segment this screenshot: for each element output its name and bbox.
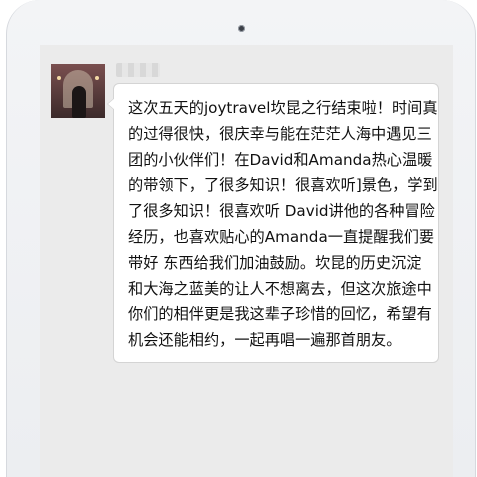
chat-screen: 这次五天的joytravel坎昆之行结束啦！时间真 的过得很快，很庆幸与能在茫茫…: [40, 45, 453, 477]
message-line: 了很多知识！很喜欢听 David讲他的各种冒险: [128, 202, 435, 221]
sender-name-blurred: [116, 63, 160, 77]
message-line: 经历，也喜欢贴心的Amanda一直提醒我们要: [128, 227, 435, 246]
message-line: 机会还能相约，一起再唱一遍那首朋友。: [128, 331, 402, 350]
message-line: 这次五天的joytravel坎昆之行结束啦！时间真: [128, 99, 438, 117]
message-text: 这次五天的joytravel坎昆之行结束啦！时间真 的过得很快，很庆幸与能在茫茫…: [128, 96, 438, 354]
message-line: 的带领下，了很多知识！很喜欢听]景色，学到: [128, 176, 438, 195]
avatar-person: [72, 86, 86, 118]
message-line: 你们的相伴更是我这辈子珍惜的回忆，希望有: [128, 305, 432, 324]
message-line: 和大海之蓝美的让人不想离去，但这次旅途中: [128, 279, 432, 298]
avatar-light-left: [57, 76, 61, 80]
front-camera: [238, 25, 245, 32]
message-line: 的过得很快，很庆幸与能在茫茫人海中遇见三: [128, 124, 432, 143]
sender-avatar[interactable]: [51, 64, 105, 118]
tablet-frame: 这次五天的joytravel坎昆之行结束啦！时间真 的过得很快，很庆幸与能在茫茫…: [6, 0, 476, 477]
avatar-light-right: [95, 76, 99, 80]
message-line: 带好 东西给我们加油鼓励。坎昆的历史沉淀: [128, 253, 422, 272]
message-bubble[interactable]: 这次五天的joytravel坎昆之行结束啦！时间真 的过得很快，很庆幸与能在茫茫…: [107, 83, 439, 363]
message-line: 团的小伙伴们！在David和Amanda热心温暖: [128, 150, 433, 169]
